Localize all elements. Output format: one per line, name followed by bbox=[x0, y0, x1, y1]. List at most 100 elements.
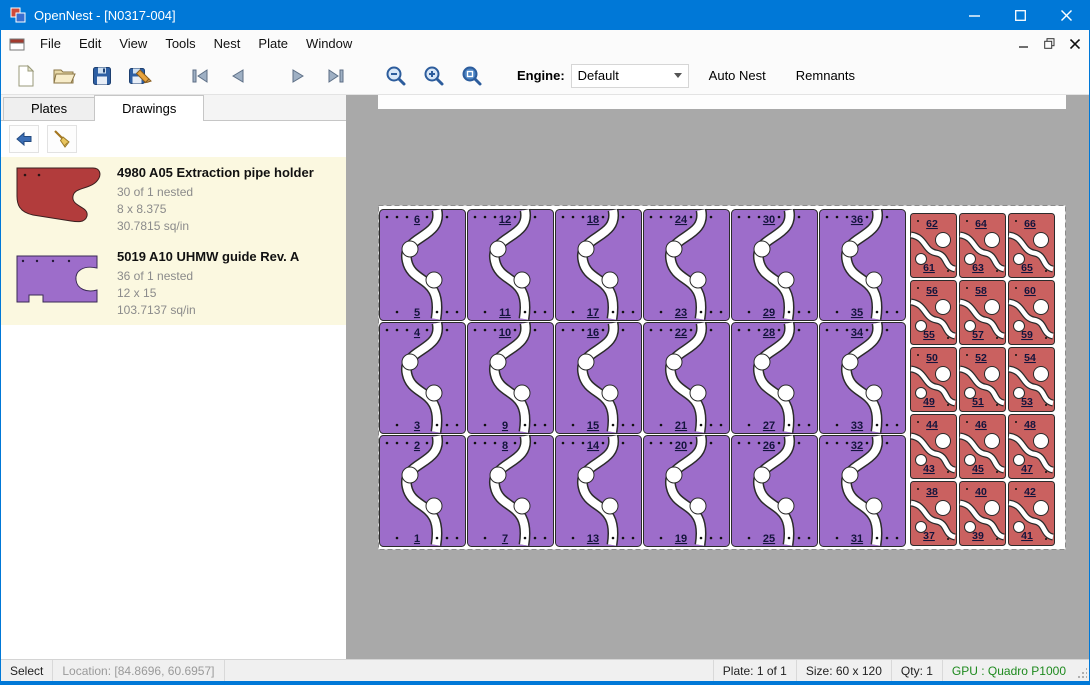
svg-text:36: 36 bbox=[851, 214, 863, 226]
mdi-minimize-icon bbox=[1019, 39, 1028, 48]
svg-text:11: 11 bbox=[499, 307, 511, 319]
status-location: Location: [84.8696, 60.6957] bbox=[53, 660, 224, 681]
drawing-item-extraction-pipe-holder[interactable]: 4980 A05 Extraction pipe holder 30 of 1 … bbox=[1, 157, 346, 241]
svg-text:57: 57 bbox=[972, 329, 984, 341]
status-size: Size: 60 x 120 bbox=[796, 660, 891, 681]
svg-text:1: 1 bbox=[414, 533, 420, 545]
svg-text:62: 62 bbox=[926, 218, 938, 230]
zoom-in-icon bbox=[423, 65, 445, 87]
svg-text:42: 42 bbox=[1024, 486, 1036, 498]
engine-label: Engine: bbox=[517, 68, 565, 83]
menu-tools[interactable]: Tools bbox=[156, 30, 204, 57]
svg-text:10: 10 bbox=[499, 327, 511, 339]
menu-window[interactable]: Window bbox=[297, 30, 361, 57]
menu-view[interactable]: View bbox=[110, 30, 156, 57]
svg-text:20: 20 bbox=[675, 440, 687, 452]
drawing-area: 30.7815 sq/in bbox=[117, 218, 314, 235]
last-page-icon bbox=[326, 68, 346, 84]
status-bar: Select Location: [84.8696, 60.6957] Plat… bbox=[1, 659, 1089, 681]
svg-text:38: 38 bbox=[926, 486, 938, 498]
remnants-button[interactable]: Remnants bbox=[786, 62, 865, 89]
status-qty: Qty: 1 bbox=[891, 660, 942, 681]
open-folder-icon bbox=[52, 66, 76, 86]
svg-text:9: 9 bbox=[502, 420, 508, 432]
svg-text:33: 33 bbox=[851, 420, 863, 432]
svg-text:39: 39 bbox=[972, 530, 984, 542]
drawing-info: 4980 A05 Extraction pipe holder 30 of 1 … bbox=[117, 162, 314, 235]
save-as-button[interactable] bbox=[124, 60, 156, 92]
svg-text:27: 27 bbox=[763, 420, 775, 432]
menu-edit[interactable]: Edit bbox=[70, 30, 110, 57]
svg-text:55: 55 bbox=[923, 329, 935, 341]
first-plate-button[interactable] bbox=[184, 60, 216, 92]
svg-text:43: 43 bbox=[923, 463, 935, 475]
svg-text:2: 2 bbox=[414, 440, 420, 452]
svg-text:59: 59 bbox=[1021, 329, 1033, 341]
minimize-icon bbox=[969, 10, 980, 21]
menu-plate[interactable]: Plate bbox=[249, 30, 297, 57]
purple-part-thumbnail bbox=[9, 246, 105, 312]
mdi-close-button[interactable] bbox=[1063, 33, 1087, 55]
save-as-icon bbox=[128, 65, 152, 87]
zoom-fit-button[interactable] bbox=[456, 60, 488, 92]
svg-text:64: 64 bbox=[975, 218, 987, 230]
drawings-list: 4980 A05 Extraction pipe holder 30 of 1 … bbox=[1, 157, 346, 659]
menu-nest[interactable]: Nest bbox=[205, 30, 250, 57]
engine-value: Default bbox=[578, 68, 674, 83]
menu-file[interactable]: File bbox=[31, 30, 70, 57]
svg-text:23: 23 bbox=[675, 307, 687, 319]
svg-text:60: 60 bbox=[1024, 285, 1036, 297]
svg-text:5: 5 bbox=[414, 307, 420, 319]
svg-text:58: 58 bbox=[975, 285, 987, 297]
drawing-size: 8 x 8.375 bbox=[117, 201, 314, 218]
resize-grip[interactable] bbox=[1075, 660, 1089, 681]
svg-text:31: 31 bbox=[851, 533, 863, 545]
panel-tabstrip: Plates Drawings bbox=[1, 95, 346, 121]
svg-text:13: 13 bbox=[587, 533, 599, 545]
zoom-out-button[interactable] bbox=[380, 60, 412, 92]
svg-text:18: 18 bbox=[587, 214, 599, 226]
nest-plate-canvas[interactable]: 6512111817242330293635431091615222128273… bbox=[378, 205, 1066, 550]
mdi-minimize-button[interactable] bbox=[1011, 33, 1035, 55]
chevron-down-icon bbox=[674, 73, 682, 78]
zoom-in-button[interactable] bbox=[418, 60, 450, 92]
svg-text:14: 14 bbox=[587, 440, 600, 452]
open-button[interactable] bbox=[48, 60, 80, 92]
next-plate-button[interactable] bbox=[282, 60, 314, 92]
zoom-fit-icon bbox=[461, 65, 483, 87]
nest-viewport[interactable]: 6512111817242330293635431091615222128273… bbox=[346, 95, 1089, 659]
save-icon bbox=[92, 66, 112, 86]
svg-text:7: 7 bbox=[502, 533, 508, 545]
clear-button[interactable] bbox=[47, 125, 77, 153]
previous-plate-button[interactable] bbox=[222, 60, 254, 92]
svg-text:16: 16 bbox=[587, 327, 599, 339]
drawing-area: 103.7137 sq/in bbox=[117, 302, 299, 319]
last-plate-button[interactable] bbox=[320, 60, 352, 92]
svg-text:54: 54 bbox=[1024, 352, 1036, 364]
main-toolbar: Engine: Default Auto Nest Remnants bbox=[1, 57, 1089, 95]
first-page-icon bbox=[190, 68, 210, 84]
minimize-button[interactable] bbox=[951, 0, 997, 30]
tab-drawings[interactable]: Drawings bbox=[94, 95, 204, 121]
auto-nest-button[interactable]: Auto Nest bbox=[699, 62, 776, 89]
engine-dropdown[interactable]: Default bbox=[571, 64, 689, 88]
svg-text:45: 45 bbox=[972, 463, 984, 475]
drawing-title: 4980 A05 Extraction pipe holder bbox=[117, 165, 314, 180]
svg-text:52: 52 bbox=[975, 352, 987, 364]
svg-text:44: 44 bbox=[926, 419, 938, 431]
close-button[interactable] bbox=[1043, 0, 1089, 30]
status-gpu: GPU : Quadro P1000 bbox=[942, 660, 1075, 681]
svg-text:50: 50 bbox=[926, 352, 938, 364]
maximize-button[interactable] bbox=[997, 0, 1043, 30]
svg-text:29: 29 bbox=[763, 307, 775, 319]
resize-grip-icon bbox=[1077, 667, 1087, 679]
svg-text:61: 61 bbox=[923, 262, 935, 274]
mdi-restore-button[interactable] bbox=[1037, 33, 1061, 55]
new-button[interactable] bbox=[10, 60, 42, 92]
svg-text:32: 32 bbox=[851, 440, 863, 452]
window-bottom-border bbox=[1, 681, 1089, 685]
send-to-plate-button[interactable] bbox=[9, 125, 39, 153]
drawing-item-uhmw-guide[interactable]: 5019 A10 UHMW guide Rev. A 36 of 1 neste… bbox=[1, 241, 346, 325]
save-button[interactable] bbox=[86, 60, 118, 92]
tab-plates[interactable]: Plates bbox=[3, 97, 95, 120]
